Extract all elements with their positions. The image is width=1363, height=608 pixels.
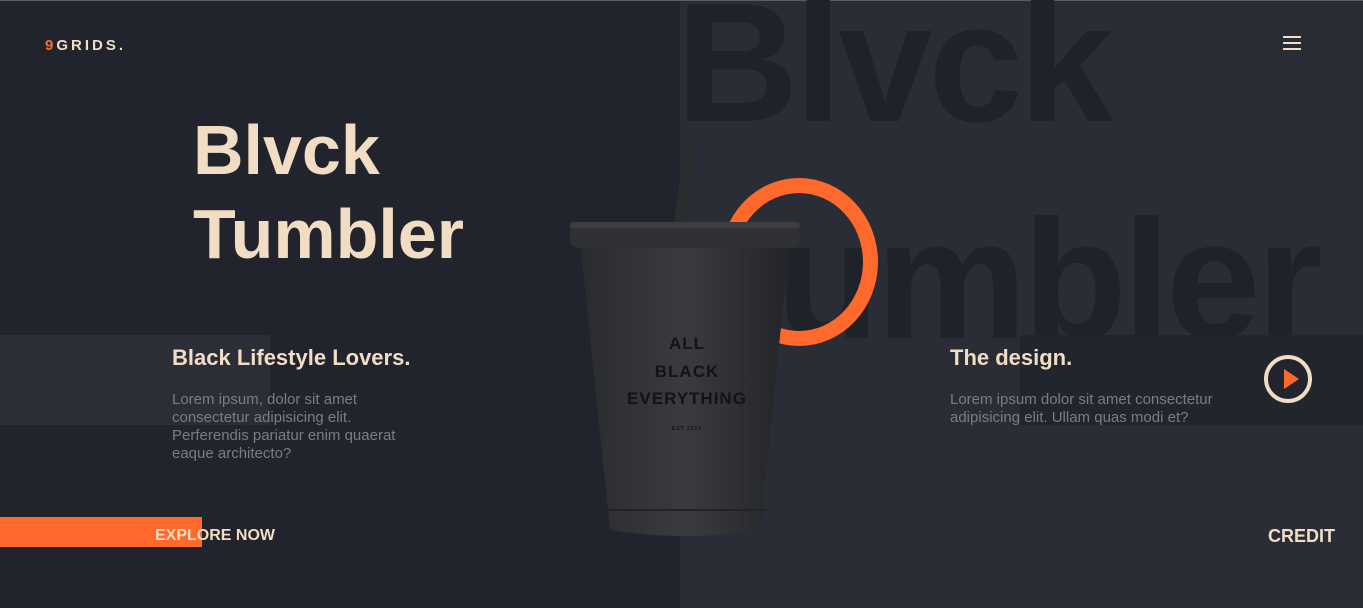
hero-title: Blvck Tumbler: [193, 108, 464, 276]
explore-now-button[interactable]: EXPLORE NOW: [155, 527, 275, 545]
brand-name: GRIDS.: [56, 37, 127, 54]
hero-title-line1: Blvck: [193, 111, 380, 189]
brand-number: 9: [45, 37, 57, 54]
credit-link[interactable]: CREDIT: [1268, 526, 1335, 547]
tumbler-print-line2: BLACK: [654, 362, 720, 381]
tumbler-print-small: EST 2020: [671, 426, 703, 432]
play-icon: [1284, 369, 1299, 389]
right-heading: The design.: [950, 345, 1073, 370]
tumbler-print-line1: ALL: [668, 334, 706, 353]
left-description: Lorem ipsum, dolor sit amet consectetur …: [172, 391, 396, 462]
left-heading: Black Lifestyle Lovers.: [172, 345, 411, 370]
tumbler-print-line3: EVERYTHING: [627, 389, 747, 408]
hamburger-menu-icon[interactable]: [1283, 36, 1301, 51]
hero-title-line2: Tumbler: [193, 195, 464, 273]
play-button[interactable]: [1264, 355, 1312, 403]
right-description: Lorem ipsum dolor sit amet consectetur a…: [950, 391, 1213, 426]
brand-logo[interactable]: 9GRIDS.: [45, 37, 126, 54]
